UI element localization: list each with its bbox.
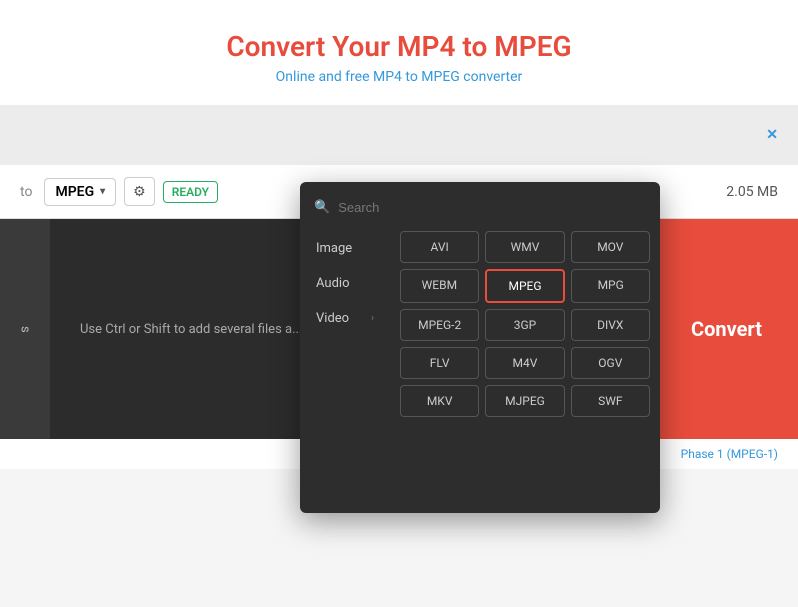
format-btn-ogv[interactable]: OGV	[571, 347, 650, 379]
chevron-down-icon: ▾	[100, 186, 105, 197]
ready-badge: READY	[163, 181, 218, 203]
chevron-right-icon: ›	[371, 313, 374, 324]
selected-format-label: MPEG	[55, 184, 94, 200]
format-btn-webm[interactable]: WEBM	[400, 269, 479, 303]
format-popup: 🔍 Image Audio Video › AVIWMVMOVWEBMMPEGM…	[300, 182, 660, 513]
settings-button[interactable]: ⚙	[124, 177, 155, 206]
sub-title: Online and free MP4 to MPEG converter	[20, 69, 778, 85]
category-video[interactable]: Video ›	[300, 301, 390, 336]
to-label: to	[20, 184, 32, 200]
search-icon: 🔍	[314, 200, 330, 215]
format-grid-area: AVIWMVMOV WEBMMPEGMPG MPEG-23GPDIVX FLVM4VO…	[390, 223, 660, 503]
format-row: MKVMJPEGSWF	[400, 385, 650, 417]
category-image[interactable]: Image	[300, 231, 390, 266]
format-row: WEBMMPEGMPG	[400, 269, 650, 303]
format-btn-3gp[interactable]: 3GP	[485, 309, 564, 341]
format-btn-divx[interactable]: DIVX	[571, 309, 650, 341]
convert-button[interactable]: Convert	[655, 219, 798, 439]
search-row: 🔍	[300, 192, 660, 223]
format-btn-mjpeg[interactable]: MJPEG	[485, 385, 564, 417]
file-size: 2.05 MB	[726, 184, 778, 200]
format-btn-mpg[interactable]: MPG	[571, 269, 650, 303]
format-btn-wmv[interactable]: WMV	[485, 231, 564, 263]
format-btn-avi[interactable]: AVI	[400, 231, 479, 263]
header: Convert Your MP4 to MPEG Online and free…	[0, 0, 798, 105]
file-list-label: s	[18, 326, 33, 333]
format-btn-mkv[interactable]: MKV	[400, 385, 479, 417]
category-video-label: Video	[316, 311, 349, 326]
popup-body: Image Audio Video › AVIWMVMOV WEBMMPEGMPG…	[300, 223, 660, 503]
ad-area: ✕	[0, 105, 798, 165]
status-text: Phase 1 (MPEG-1)	[681, 447, 778, 461]
format-btn-mpeg-2[interactable]: MPEG-2	[400, 309, 479, 341]
category-image-label: Image	[316, 241, 352, 256]
category-audio[interactable]: Audio	[300, 266, 390, 301]
format-btn-swf[interactable]: SWF	[571, 385, 650, 417]
category-audio-label: Audio	[316, 276, 349, 291]
main-title: Convert Your MP4 to MPEG	[20, 30, 778, 63]
format-btn-m4v[interactable]: M4V	[485, 347, 564, 379]
format-row: AVIWMVMOV	[400, 231, 650, 263]
format-btn-mpeg[interactable]: MPEG	[485, 269, 566, 303]
close-ad-button[interactable]: ✕	[766, 127, 778, 143]
format-btn-mov[interactable]: MOV	[571, 231, 650, 263]
format-row: MPEG-23GPDIVX	[400, 309, 650, 341]
format-dropdown[interactable]: MPEG ▾	[44, 178, 116, 206]
category-list: Image Audio Video ›	[300, 223, 390, 503]
format-btn-flv[interactable]: FLV	[400, 347, 479, 379]
search-input[interactable]	[338, 200, 646, 215]
file-list-area: s	[0, 219, 50, 439]
format-row: FLVM4VOGV	[400, 347, 650, 379]
